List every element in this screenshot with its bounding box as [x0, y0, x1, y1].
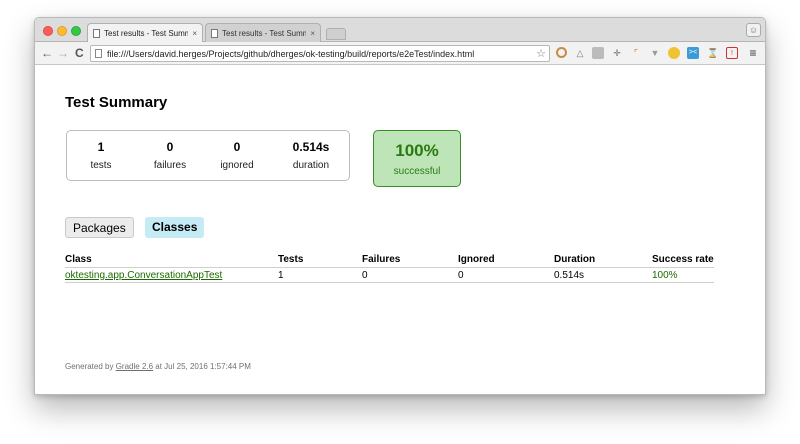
footer-suffix: at Jul 25, 2016 1:57:44 PM: [153, 362, 251, 371]
minimize-window-button[interactable]: [57, 26, 67, 36]
ignored-cell: 0: [458, 267, 554, 283]
ignored-counter: 0 ignored: [217, 140, 257, 171]
tab-strip: Test results - Test Summary × Test resul…: [35, 18, 765, 43]
document-icon: [93, 29, 100, 38]
tests-cell: 1: [278, 267, 362, 283]
failures-count: 0: [166, 140, 174, 154]
tests-count: 1: [97, 140, 105, 154]
browser-tab-inactive[interactable]: Test results - Test Summary ×: [205, 23, 321, 43]
column-header-class: Class: [65, 254, 278, 268]
summary-box: 1 tests 0 failures 0 ignored 0.514s dura…: [66, 130, 350, 181]
emoji-icon[interactable]: [668, 47, 680, 59]
classes-table: Class Tests Failures Ignored Duration Su…: [65, 254, 714, 283]
success-rate-value: 100%: [395, 141, 439, 160]
footer: Generated by Gradle 2.6 at Jul 25, 2016 …: [65, 362, 251, 371]
browser-window: Test results - Test Summary × Test resul…: [34, 17, 766, 395]
new-tab-button[interactable]: [326, 28, 346, 40]
devtools-icon[interactable]: ><: [687, 47, 699, 59]
browser-tab-active[interactable]: Test results - Test Summary ×: [87, 23, 203, 43]
triangle-icon[interactable]: △: [574, 47, 586, 59]
footer-prefix: Generated by: [65, 362, 116, 371]
close-tab-icon[interactable]: ×: [192, 29, 197, 38]
url-text[interactable]: file:///Users/david.herges/Projects/gith…: [107, 49, 531, 59]
duration-cell: 0.514s: [554, 267, 652, 283]
close-tab-icon[interactable]: ×: [310, 29, 315, 38]
column-header-success-rate: Success rate: [652, 254, 714, 268]
bookmark-star-icon[interactable]: ☆: [536, 47, 549, 60]
class-link[interactable]: oktesting.app.ConversationAppTest: [65, 267, 278, 283]
close-window-button[interactable]: [43, 26, 53, 36]
table-header-row: Class Tests Failures Ignored Duration Su…: [65, 254, 714, 268]
failures-counter: 0 failures: [151, 140, 189, 171]
duration-counter: 0.514s duration: [288, 140, 334, 171]
circle-icon[interactable]: [556, 47, 567, 58]
reload-button[interactable]: C: [75, 46, 84, 60]
back-button[interactable]: ←: [41, 46, 53, 60]
puzzle-icon[interactable]: [592, 47, 604, 59]
filter-icon[interactable]: ▼: [649, 47, 661, 59]
ruler-icon[interactable]: ⌜: [630, 47, 642, 59]
failures-label: failures: [153, 160, 187, 171]
duration-value: 0.514s: [292, 140, 330, 154]
tests-label: tests: [90, 160, 112, 171]
move-icon[interactable]: ✛: [611, 47, 623, 59]
success-rate-cell: 100%: [652, 267, 714, 283]
zoom-window-button[interactable]: [71, 26, 81, 36]
page-info-icon: [95, 49, 102, 58]
browser-toolbar: ← → C file:///Users/david.herges/Project…: [35, 42, 765, 65]
column-header-ignored: Ignored: [458, 254, 554, 268]
tab-title: Test results - Test Summary: [104, 29, 188, 38]
page-title: Test Summary: [65, 94, 168, 111]
column-header-failures: Failures: [362, 254, 458, 268]
success-rate-box: 100% successful: [373, 130, 461, 187]
column-header-duration: Duration: [554, 254, 652, 268]
screen: Test results - Test Summary × Test resul…: [0, 0, 800, 444]
tab-classes[interactable]: Classes: [145, 217, 205, 238]
duration-label: duration: [292, 160, 330, 171]
goblet-icon[interactable]: ⌛: [707, 47, 719, 59]
gradle-link[interactable]: Gradle 2.6: [116, 362, 153, 371]
address-bar[interactable]: file:///Users/david.herges/Projects/gith…: [90, 45, 550, 62]
tests-counter: 1 tests: [90, 140, 112, 171]
tab-title: Test results - Test Summary: [222, 29, 306, 38]
menu-icon[interactable]: ≡: [747, 47, 759, 59]
ignored-label: ignored: [220, 160, 254, 171]
success-rate-label: successful: [393, 166, 441, 177]
ignored-count: 0: [233, 140, 241, 154]
tab-packages[interactable]: Packages: [65, 217, 134, 238]
table-row: oktesting.app.ConversationAppTest 1 0 0 …: [65, 267, 714, 283]
column-header-tests: Tests: [278, 254, 362, 268]
document-icon: [211, 29, 218, 38]
profile-icon[interactable]: ☺: [746, 23, 761, 37]
forward-button[interactable]: →: [57, 46, 69, 60]
report-page: Test Summary 1 tests 0 failures 0 ignore…: [35, 66, 765, 394]
badge-icon[interactable]: !: [726, 47, 738, 59]
failures-cell: 0: [362, 267, 458, 283]
